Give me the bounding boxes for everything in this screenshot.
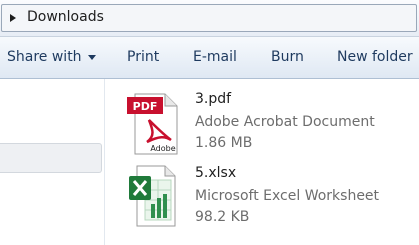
share-with-button[interactable]: Share with: [7, 37, 96, 78]
pdf-icon-label: PDF: [133, 100, 158, 113]
chevron-down-icon: [87, 54, 96, 60]
breadcrumb-arrow-icon[interactable]: [10, 14, 16, 22]
address-box[interactable]: Downloads: [1, 4, 417, 32]
command-bar: Share with Print E-mail Burn New folder: [0, 37, 419, 79]
email-button[interactable]: E-mail: [193, 37, 237, 78]
file-item-pdf[interactable]: PDF Adobe 3.pdf Adobe Acrobat Document 1…: [120, 90, 410, 156]
file-type: Adobe Acrobat Document: [195, 114, 375, 130]
pdf-icon: PDF Adobe: [127, 93, 178, 155]
file-type: Microsoft Excel Worksheet: [195, 188, 380, 204]
excel-icon: [129, 165, 176, 227]
file-name[interactable]: 3.pdf: [195, 91, 231, 107]
file-name[interactable]: 5.xlsx: [195, 165, 236, 181]
file-item-xlsx[interactable]: 5.xlsx Microsoft Excel Worksheet 98.2 KB: [120, 164, 410, 230]
file-size: 98.2 KB: [195, 209, 250, 225]
breadcrumb-downloads[interactable]: Downloads: [27, 9, 104, 25]
burn-button[interactable]: Burn: [271, 37, 304, 78]
address-bar: Downloads: [0, 0, 419, 37]
navigation-pane[interactable]: [0, 79, 105, 245]
print-button[interactable]: Print: [127, 37, 159, 78]
nav-pane-selected-item[interactable]: [0, 143, 102, 173]
pdf-icon-brand: Adobe: [150, 144, 175, 153]
file-size: 1.86 MB: [195, 135, 253, 151]
share-with-label: Share with: [7, 49, 82, 65]
new-folder-button[interactable]: New folder: [337, 37, 413, 78]
